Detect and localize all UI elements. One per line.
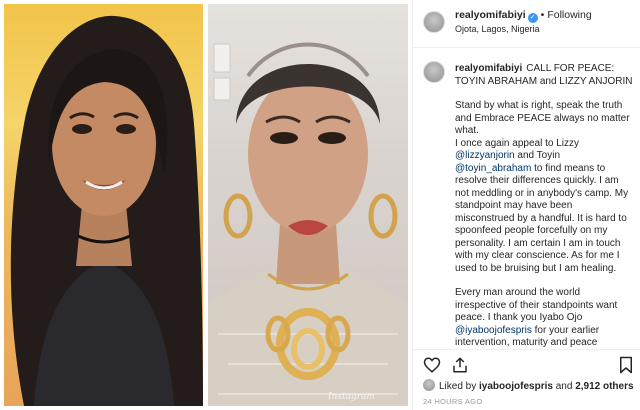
- post-timestamp[interactable]: 24 HOURS AGO: [423, 397, 482, 406]
- heart-icon[interactable]: [423, 356, 441, 374]
- caption-text: I once again appeal to Lizzy: [455, 137, 579, 149]
- following-button[interactable]: Following: [547, 9, 591, 21]
- caption-area: realyomifabiyi CALL FOR PEACE: TOYIN ABRA…: [413, 49, 640, 349]
- caption-text: Every man around the world irrespective …: [455, 287, 618, 323]
- header-username[interactable]: realyomifabiyi: [455, 9, 526, 21]
- mention-link[interactable]: @lizzyanjorin: [455, 150, 515, 161]
- likes-line: Liked by iyaboojofespris and 2,912 other…: [423, 379, 634, 392]
- share-icon[interactable]: [451, 356, 469, 374]
- post-media[interactable]: Instagram: [0, 0, 412, 410]
- bookmark-icon[interactable]: [617, 356, 635, 374]
- caption-paragraph-3: Every man around the world irrespective …: [455, 287, 633, 349]
- caption-text: to find means to resolve their differenc…: [455, 162, 629, 274]
- header-line: realyomifabiyi ✓ • Following: [455, 9, 592, 23]
- verified-badge-icon: ✓: [527, 13, 538, 23]
- caption-username[interactable]: realyomifabiyi: [455, 63, 522, 74]
- media-watermark: Instagram: [328, 392, 375, 402]
- avatar[interactable]: [423, 11, 445, 33]
- likes-count-link[interactable]: 2,912 others: [575, 381, 633, 392]
- liker-username[interactable]: iyaboojofespris: [479, 381, 553, 392]
- action-bar: [413, 349, 640, 377]
- likes-mid: and: [552, 381, 576, 392]
- photo-right: Instagram: [208, 4, 408, 406]
- caption-text: and Toyin: [514, 150, 561, 161]
- post-header: realyomifabiyi ✓ • Following Ojota, Lagos, …: [413, 0, 640, 48]
- caption-avatar[interactable]: [423, 61, 445, 83]
- caption-paragraph-2: I once again appeal to Lizzy @lizzyanjor…: [455, 138, 633, 276]
- photo-left: [4, 4, 203, 406]
- caption-body: realyomifabiyi CALL FOR PEACE: TOYIN ABRA…: [455, 63, 633, 349]
- caption-paragraph-1: Stand by what is right, speak the truth …: [455, 100, 630, 136]
- mention-link[interactable]: @iyaboojofespris: [455, 325, 532, 336]
- mention-link[interactable]: @toyin_abraham: [455, 163, 531, 174]
- liker-avatar: [423, 379, 435, 391]
- likes-prefix: Liked by: [439, 381, 480, 392]
- caption-title: realyomifabiyi CALL FOR PEACE: TOYIN ABRA…: [455, 63, 633, 88]
- portrait-right: [208, 42, 408, 406]
- separator-dot: •: [540, 9, 545, 21]
- instagram-post: Instagram realyomifabiyi ✓ • Following Ojot…: [0, 0, 640, 410]
- location-link[interactable]: Ojota, Lagos, Nigeria: [455, 24, 540, 34]
- post-sidebar: realyomifabiyi ✓ • Following Ojota, Lagos, …: [412, 0, 640, 410]
- portrait-left: [10, 15, 203, 406]
